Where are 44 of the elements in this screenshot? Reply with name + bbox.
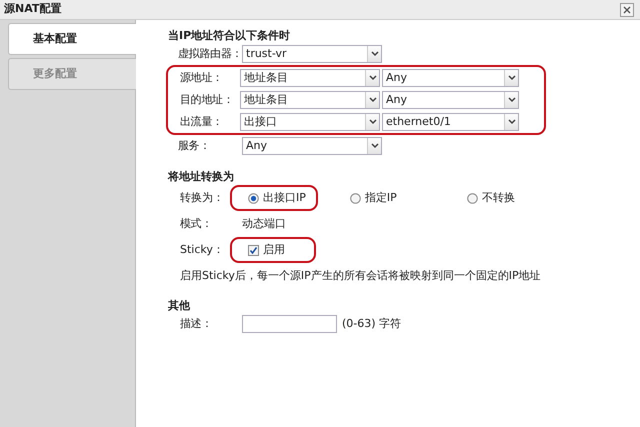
caret-icon — [508, 119, 516, 125]
checkbox-option[interactable]: 启用 — [248, 242, 285, 258]
close-button[interactable] — [620, 2, 634, 16]
close-icon — [622, 4, 632, 14]
caret-icon — [370, 51, 378, 57]
description-field[interactable] — [242, 315, 337, 333]
radio-icon — [248, 192, 259, 204]
radio-option[interactable]: 出接口IP — [248, 190, 306, 206]
section-heading: 当IP地址符合以下条件时 — [168, 28, 292, 43]
dropdown-field[interactable]: Any — [382, 91, 519, 109]
dropdown-field[interactable]: Any — [242, 137, 382, 155]
dropdown-field[interactable]: ethernet0/1 — [382, 113, 519, 131]
field-label: 虚拟路由器： — [177, 46, 242, 62]
caret-icon — [508, 75, 516, 81]
dropdown-field[interactable]: Any — [382, 69, 519, 87]
dropdown-field[interactable]: 地址条目 — [240, 91, 380, 109]
section-heading: 其他 — [168, 298, 191, 313]
field-label: 模式： — [179, 216, 214, 232]
radio-icon — [466, 192, 478, 204]
radio-icon — [350, 192, 361, 204]
field-label: 转换为： — [179, 190, 225, 206]
window-title: 源NAT配置 — [4, 1, 62, 18]
field-label: 出流量： — [179, 114, 224, 130]
sidebar-tab[interactable]: 基本配置 — [8, 23, 136, 55]
radio-option[interactable]: 不转换 — [466, 190, 515, 206]
caret-icon — [370, 143, 378, 149]
hint-text: (0-63) 字符 — [342, 316, 402, 332]
caret-icon — [368, 75, 376, 81]
field-value: 动态端口 — [242, 216, 286, 232]
field-label: 描述： — [179, 316, 214, 332]
checkbox-icon — [248, 244, 259, 256]
caret-icon — [368, 119, 376, 125]
field-label: 源地址： — [179, 70, 224, 86]
section-heading: 将地址转换为 — [168, 169, 235, 184]
radio-option[interactable]: 指定IP — [350, 190, 397, 206]
caret-icon — [368, 97, 376, 103]
dropdown-field[interactable]: 地址条目 — [240, 69, 380, 87]
field-label: 目的地址： — [179, 92, 235, 108]
dropdown-field[interactable]: 出接口 — [240, 113, 380, 131]
field-label: Sticky： — [179, 242, 225, 258]
caret-icon — [508, 97, 516, 103]
note-text: 启用Sticky后，每一个源IP产生的所有会话将被映射到同一个固定的IP地址 — [179, 268, 542, 284]
dropdown-field[interactable]: trust-vr — [242, 45, 382, 63]
field-label: 服务： — [177, 138, 212, 154]
